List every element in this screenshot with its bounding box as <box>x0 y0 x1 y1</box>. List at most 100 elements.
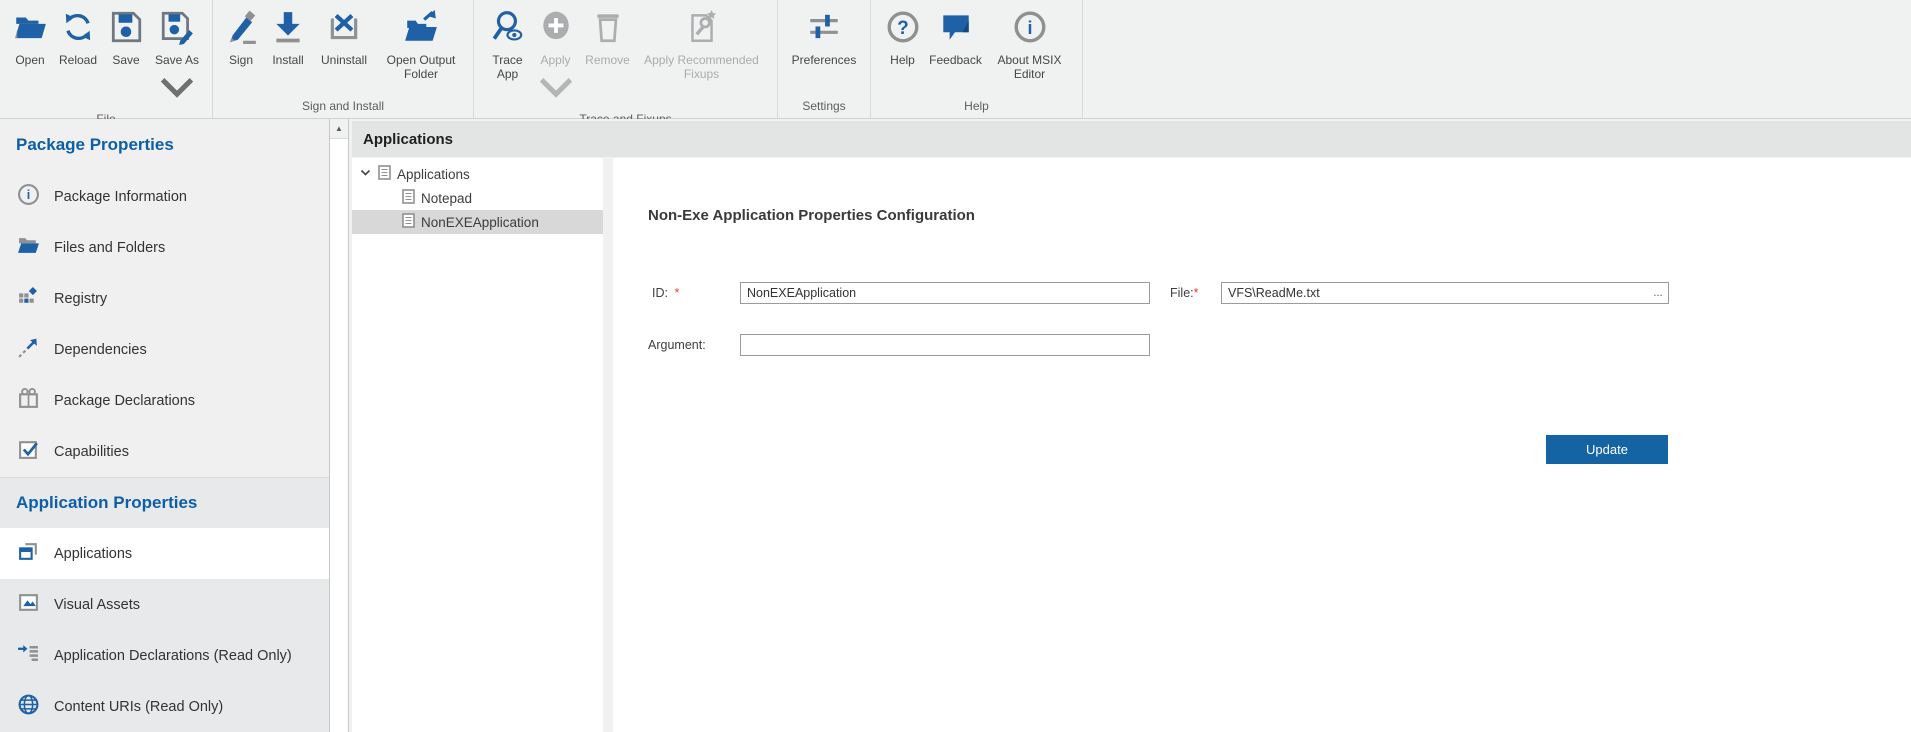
sidebar-item-label: Visual Assets <box>54 597 140 613</box>
apply-button[interactable]: Apply <box>532 7 580 110</box>
sidebar-item-label: Registry <box>54 291 107 307</box>
sidebar-item-package-information[interactable]: i Package Information <box>0 171 329 222</box>
help-button[interactable]: ? Help <box>882 7 924 67</box>
document-icon <box>378 165 391 183</box>
about-msix-editor-icon: i <box>1012 9 1048 50</box>
browse-button[interactable]: ... <box>1649 284 1667 302</box>
sidebar-item-dependencies[interactable]: Dependencies <box>0 324 329 375</box>
install-button[interactable]: Install <box>263 7 313 67</box>
tree-item-nonexeapplication[interactable]: NonEXEApplication <box>352 210 603 234</box>
tree-item-applications-root[interactable]: Applications <box>352 162 603 186</box>
preferences-button[interactable]: Preferences <box>784 7 864 67</box>
open-output-folder-icon <box>403 9 439 50</box>
sidebar-item-label: Application Declarations (Read Only) <box>54 648 292 664</box>
apply-icon <box>538 9 574 50</box>
argument-field-label: Argument: <box>648 334 706 356</box>
button-label: Reload <box>59 53 97 67</box>
tree-item-label: NonEXEApplication <box>421 215 539 230</box>
uninstall-button[interactable]: Uninstall <box>313 7 375 67</box>
package-declarations-icon <box>17 387 40 414</box>
required-asterisk: * <box>1194 286 1199 300</box>
registry-icon <box>17 285 40 312</box>
ribbon-group-sign-and-install: Sign Install Uninstall <box>213 0 474 118</box>
document-icon <box>402 189 415 207</box>
sidebar-item-application-declarations[interactable]: Application Declarations (Read Only) <box>0 630 329 681</box>
reload-icon <box>60 9 96 50</box>
tree-item-notepad[interactable]: Notepad <box>352 186 603 210</box>
button-label: Sign <box>229 53 253 67</box>
svg-text:i: i <box>1027 18 1032 38</box>
button-label: Save <box>112 53 139 67</box>
sidebar-item-label: Applications <box>54 546 132 562</box>
sidebar-section-title: Package Properties <box>0 119 329 171</box>
capabilities-icon <box>17 438 40 465</box>
ribbon-toolbar: Open Reload Save <box>0 0 1911 119</box>
argument-input[interactable] <box>740 334 1150 356</box>
sign-icon <box>223 9 259 50</box>
sidebar-item-files-and-folders[interactable]: Files and Folders <box>0 222 329 273</box>
sidebar-item-visual-assets[interactable]: Visual Assets <box>0 579 329 630</box>
visual-assets-icon <box>17 591 40 618</box>
trace-app-button[interactable]: Trace App <box>484 7 532 81</box>
save-as-button[interactable]: Save As <box>149 7 205 110</box>
remove-icon <box>590 9 626 50</box>
button-label: Preferences <box>792 53 857 67</box>
button-label: Remove <box>585 53 630 67</box>
file-input[interactable] <box>1221 282 1669 304</box>
open-button[interactable]: Open <box>7 7 53 67</box>
applications-tree-panel: Applications Notepad NonEXEApplication <box>352 158 603 732</box>
button-label: Open <box>15 53 44 67</box>
page-header-bar: Applications <box>352 121 1911 157</box>
sign-button[interactable]: Sign <box>219 7 263 67</box>
save-as-icon <box>159 9 195 50</box>
button-label: About MSIX Editor <box>990 53 1070 81</box>
button-label: Uninstall <box>321 53 367 67</box>
tree-item-label: Applications <box>397 167 470 182</box>
feedback-button[interactable]: Feedback <box>924 7 988 67</box>
sidebar-item-label: Files and Folders <box>54 240 165 256</box>
sidebar-item-label: Package Information <box>54 189 187 205</box>
sidebar-section-application-properties: Application Properties Applications Visu… <box>0 477 329 732</box>
page-title: Applications <box>363 131 453 148</box>
ribbon-group-label-sign-and-install: Sign and Install <box>213 97 473 118</box>
reload-button[interactable]: Reload <box>53 7 103 67</box>
id-input[interactable] <box>740 282 1150 304</box>
sidebar-scrollbar[interactable]: ▲ <box>329 119 349 732</box>
ribbon-empty-space <box>1083 0 1911 118</box>
application-properties-form: Non-Exe Application Properties Configura… <box>613 158 1911 732</box>
apply-recommended-fixups-button[interactable]: Apply Recommended Fixups <box>636 7 768 81</box>
sidebar-item-label: Capabilities <box>54 444 129 460</box>
file-field-wrapper: ... <box>1221 282 1669 304</box>
chevron-down-icon[interactable] <box>159 69 195 110</box>
sidebar-item-registry[interactable]: Registry <box>0 273 329 324</box>
button-label: Install <box>272 53 303 67</box>
ribbon-group-label-settings: Settings <box>778 97 870 118</box>
sidebar-item-content-uris[interactable]: Content URIs (Read Only) <box>0 681 329 732</box>
svg-text:i: i <box>27 188 30 202</box>
sidebar-section-title: Application Properties <box>0 478 329 528</box>
save-icon <box>108 9 144 50</box>
button-label: Save As <box>155 53 199 67</box>
sidebar-item-package-declarations[interactable]: Package Declarations <box>0 375 329 426</box>
save-button[interactable]: Save <box>103 7 149 67</box>
open-icon <box>12 9 48 50</box>
package-information-icon: i <box>17 183 40 210</box>
about-msix-editor-button[interactable]: i About MSIX Editor <box>988 7 1072 81</box>
argument-label-text: Argument: <box>648 338 706 352</box>
chevron-down-icon[interactable] <box>359 166 372 182</box>
sidebar-item-capabilities[interactable]: Capabilities <box>0 426 329 477</box>
sidebar-item-applications[interactable]: Applications <box>0 528 329 579</box>
button-label: Help <box>890 53 915 67</box>
remove-button[interactable]: Remove <box>580 7 636 67</box>
sidebar-item-label: Dependencies <box>54 342 147 358</box>
chevron-down-icon[interactable] <box>538 69 574 110</box>
file-field-label: File:* <box>1170 282 1199 304</box>
sidebar-item-label: Content URIs (Read Only) <box>54 699 223 715</box>
help-icon: ? <box>885 9 921 50</box>
open-output-folder-button[interactable]: Open Output Folder <box>375 7 467 81</box>
update-button[interactable]: Update <box>1546 435 1668 464</box>
scrollbar-up-arrow-icon[interactable]: ▲ <box>330 119 348 139</box>
sidebar-section-package-properties: Package Properties i Package Information… <box>0 119 329 477</box>
trace-app-icon <box>490 9 526 50</box>
ribbon-group-file: Open Reload Save <box>0 0 213 118</box>
